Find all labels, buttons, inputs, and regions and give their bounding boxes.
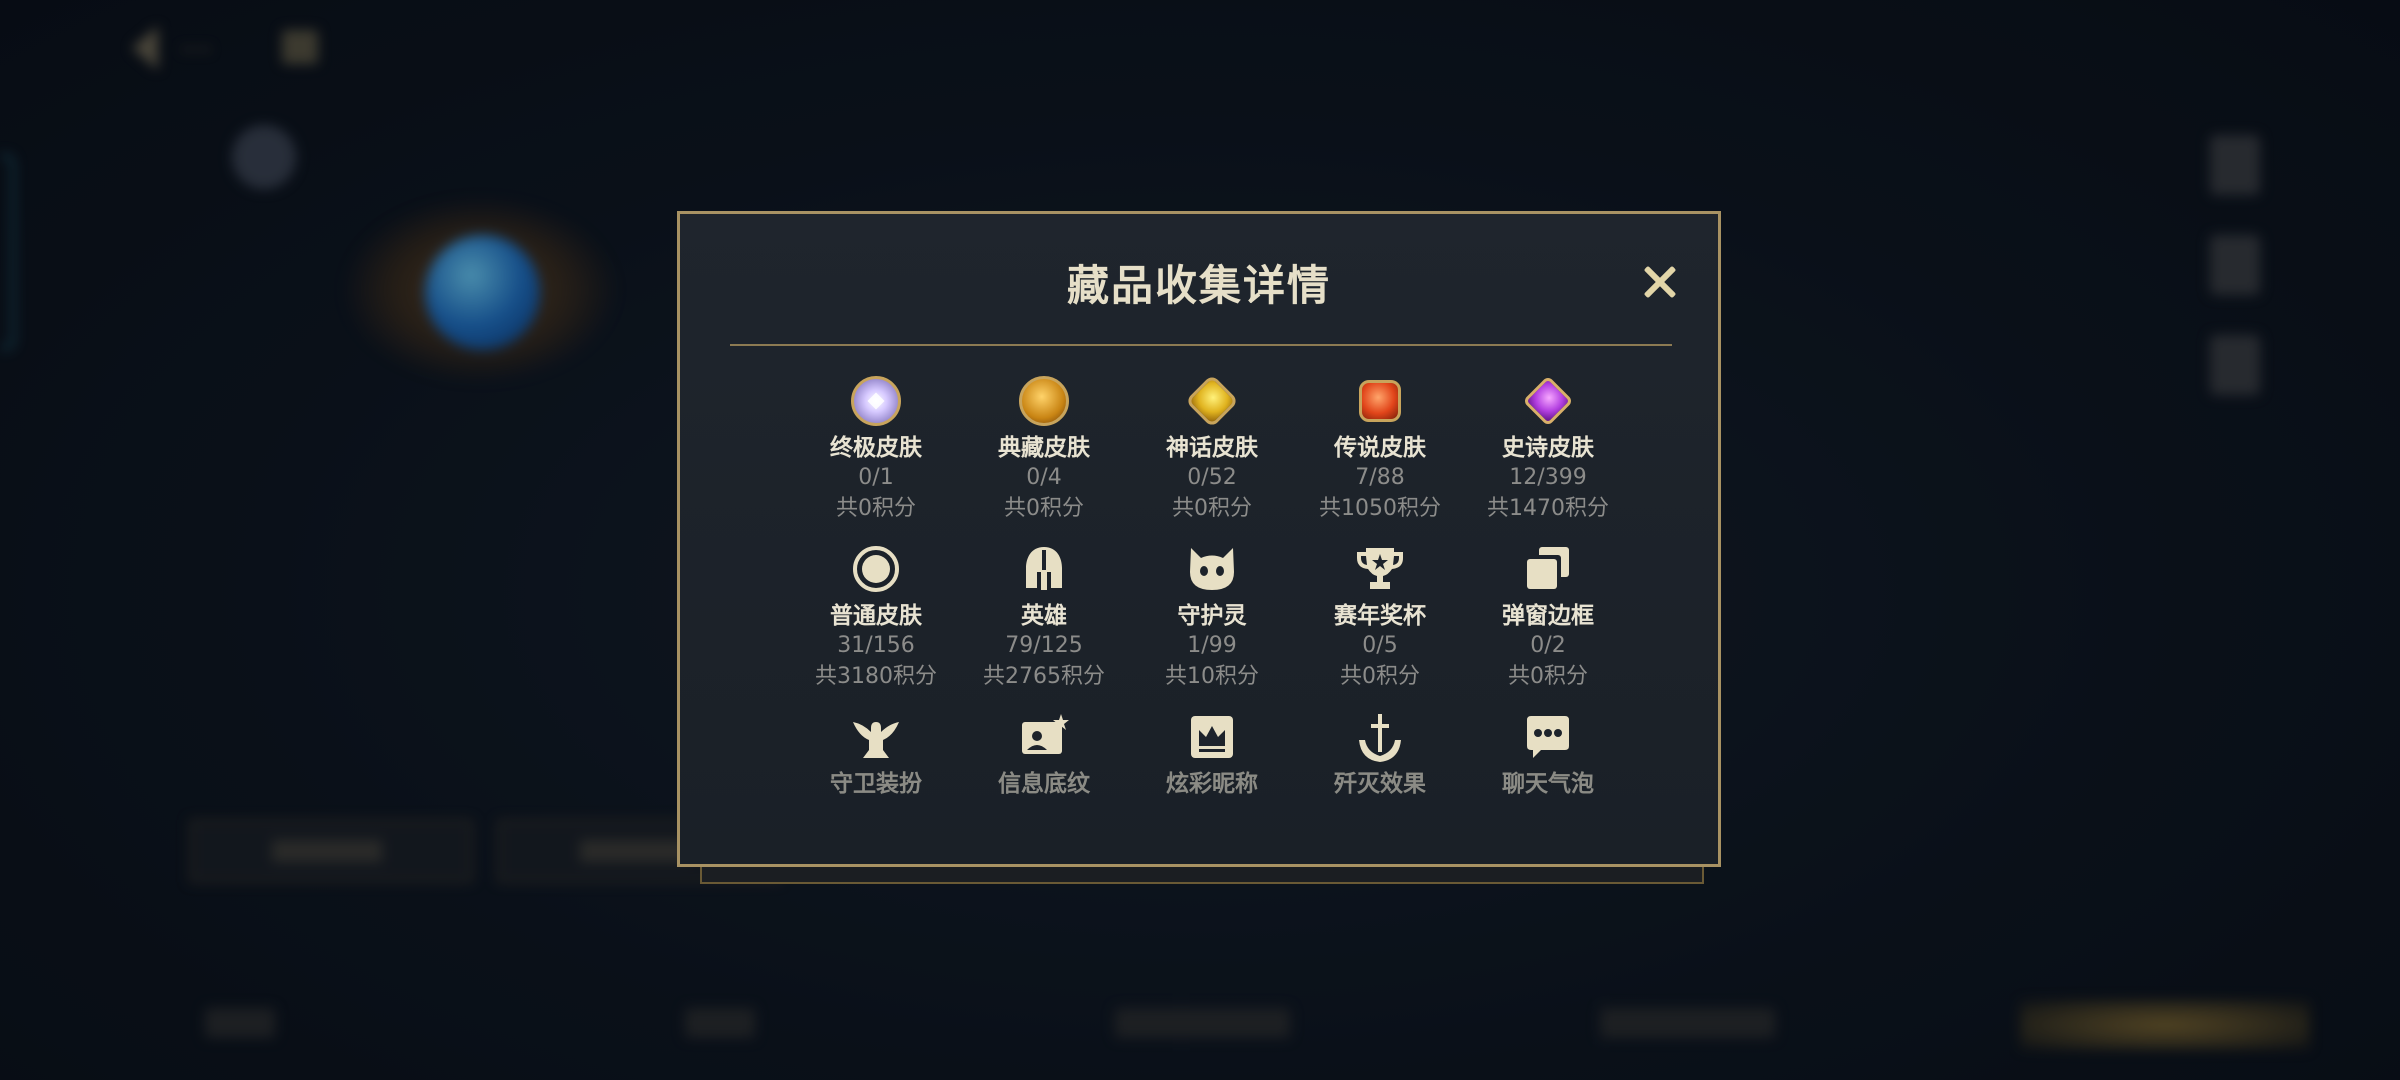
guardian-statue-icon — [849, 710, 903, 764]
trophy-icon — [1353, 542, 1407, 596]
item-points: 共0积分 — [1508, 664, 1588, 689]
item-label: 典藏皮肤 — [998, 435, 1090, 461]
item-label: 守卫装扮 — [830, 771, 922, 797]
item-count: 0/52 — [1187, 465, 1237, 490]
item-label: 英雄 — [1021, 603, 1067, 629]
collection-item-spirit[interactable]: 守护灵 1/99 共10积分 — [1128, 542, 1296, 693]
item-count: 12/399 — [1509, 465, 1587, 490]
collection-item-normal-skin[interactable]: 普通皮肤 31/156 共3180积分 — [792, 542, 960, 693]
item-count: 7/88 — [1355, 465, 1405, 490]
dialog-title: 藏品收集详情 — [1066, 261, 1331, 310]
collection-item-info-pattern[interactable]: 信息底纹 — [960, 710, 1128, 799]
item-points: 共2765积分 — [983, 664, 1105, 689]
collection-item-myth-skin[interactable]: 神话皮肤 0/52 共0积分 — [1128, 374, 1296, 525]
item-label: 信息底纹 — [998, 771, 1090, 797]
item-count: 0/1 — [858, 465, 894, 490]
collection-item-guard-outfit[interactable]: 守卫装扮 — [792, 710, 960, 799]
item-label: 普通皮肤 — [830, 603, 922, 629]
item-points: 共3180积分 — [815, 664, 937, 689]
epic-gem-icon — [1521, 374, 1575, 428]
item-count: 0/4 — [1026, 465, 1062, 490]
spirit-face-icon — [1185, 542, 1239, 596]
item-points: 共0积分 — [1340, 664, 1420, 689]
item-points: 共1470积分 — [1487, 496, 1609, 521]
item-label: 弹窗边框 — [1502, 603, 1594, 629]
item-label: 歼灭效果 — [1334, 771, 1426, 797]
item-label: 炫彩昵称 — [1166, 771, 1258, 797]
item-points: 共0积分 — [836, 496, 916, 521]
item-count: 0/5 — [1362, 633, 1398, 658]
helmet-icon — [1017, 542, 1071, 596]
item-count: 1/99 — [1187, 633, 1237, 658]
myth-gem-icon — [1185, 374, 1239, 428]
collection-item-epic-skin[interactable]: 史诗皮肤 12/399 共1470积分 — [1464, 374, 1632, 525]
item-count: 79/125 — [1005, 633, 1083, 658]
item-label: 史诗皮肤 — [1502, 435, 1594, 461]
item-points: 共10积分 — [1165, 664, 1259, 689]
close-icon[interactable] — [1637, 259, 1683, 305]
collection-item-chat-bubble[interactable]: 聊天气泡 — [1464, 710, 1632, 799]
collection-item-legend-skin[interactable]: 传说皮肤 7/88 共1050积分 — [1296, 374, 1464, 525]
collection-item-ultimate-skin[interactable]: 终极皮肤 0/1 共0积分 — [792, 374, 960, 525]
anchor-sword-icon — [1353, 710, 1407, 764]
title-divider — [730, 344, 1672, 346]
collection-item-popup-frame[interactable]: 弹窗边框 0/2 共0积分 — [1464, 542, 1632, 693]
legend-gem-icon — [1353, 374, 1407, 428]
item-label: 守护灵 — [1177, 603, 1247, 629]
item-points: 共0积分 — [1004, 496, 1084, 521]
collection-item-colorful-nickname[interactable]: 炫彩昵称 — [1128, 710, 1296, 799]
item-label: 神话皮肤 — [1166, 435, 1258, 461]
stacked-frames-icon — [1521, 542, 1575, 596]
collection-item-collection-skin[interactable]: 典藏皮肤 0/4 共0积分 — [960, 374, 1128, 525]
item-points: 共1050积分 — [1319, 496, 1441, 521]
info-card-icon — [1017, 710, 1071, 764]
collection-details-dialog: 藏品收集详情 终极皮肤 0/1 共0积分 典藏皮肤 0/4 共0积分 神话皮肤 … — [677, 211, 1721, 867]
collection-item-hero[interactable]: 英雄 79/125 共2765积分 — [960, 542, 1128, 693]
crown-card-icon — [1185, 710, 1239, 764]
ring-icon — [849, 542, 903, 596]
item-count: 31/156 — [837, 633, 915, 658]
collection-dragon-icon — [1017, 374, 1071, 428]
item-label: 终极皮肤 — [830, 435, 922, 461]
chat-bubble-icon — [1521, 710, 1575, 764]
item-points: 共0积分 — [1172, 496, 1252, 521]
collection-item-season-trophy[interactable]: 赛年奖杯 0/5 共0积分 — [1296, 542, 1464, 693]
item-label: 聊天气泡 — [1502, 771, 1594, 797]
collection-item-annihilation-effect[interactable]: 歼灭效果 — [1296, 710, 1464, 799]
item-count: 0/2 — [1530, 633, 1566, 658]
item-label: 传说皮肤 — [1334, 435, 1426, 461]
ultimate-gem-icon — [849, 374, 903, 428]
item-label: 赛年奖杯 — [1334, 603, 1426, 629]
